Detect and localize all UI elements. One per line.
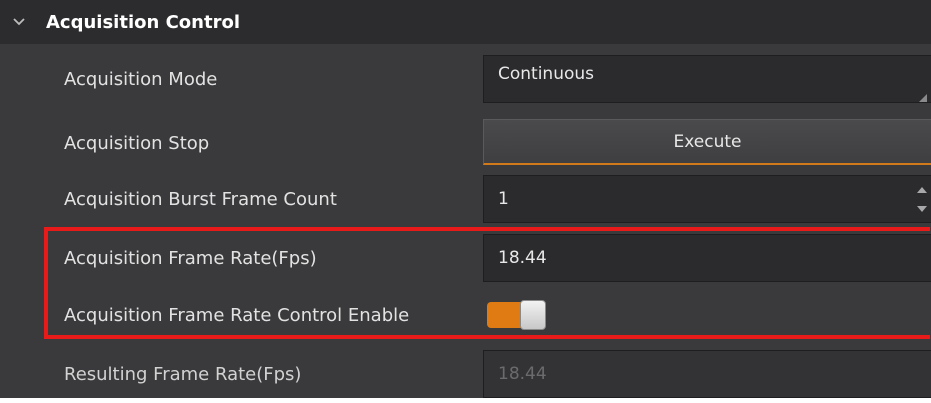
burst-frame-count-value: 1: [498, 189, 509, 209]
toggle-knob: [520, 300, 546, 330]
row-resulting-frame-rate: Resulting Frame Rate(Fps) 18.44: [0, 345, 931, 403]
resulting-frame-rate-value: 18.44: [498, 364, 547, 384]
frame-rate-label: Acquisition Frame Rate(Fps): [64, 247, 317, 269]
resulting-frame-rate-label: Resulting Frame Rate(Fps): [64, 363, 302, 385]
burst-frame-count-stepper: [916, 182, 928, 216]
resulting-frame-rate-field: 18.44: [483, 350, 931, 398]
acquisition-stop-label: Acquisition Stop: [64, 132, 210, 154]
row-frame-rate-control-enable: Acquisition Frame Rate Control Enable: [0, 286, 931, 344]
spin-down-icon[interactable]: [916, 202, 928, 216]
acquisition-mode-select[interactable]: Continuous: [483, 55, 931, 103]
row-acquisition-frame-rate: Acquisition Frame Rate(Fps) 18.44: [0, 229, 931, 287]
spin-up-icon[interactable]: [916, 182, 928, 196]
acquisition-mode-value: Continuous: [498, 64, 595, 84]
chevron-down-icon[interactable]: [12, 15, 26, 29]
frame-rate-input[interactable]: 18.44: [483, 234, 931, 282]
row-acquisition-stop: Acquisition Stop Execute: [0, 114, 931, 172]
row-burst-frame-count: Acquisition Burst Frame Count 1: [0, 170, 931, 228]
dropdown-corner-icon: [917, 87, 927, 102]
section-header-acquisition-control[interactable]: Acquisition Control: [0, 0, 931, 44]
acquisition-mode-label: Acquisition Mode: [64, 68, 218, 90]
frame-rate-enable-toggle[interactable]: [487, 300, 547, 330]
frame-rate-value: 18.44: [498, 248, 547, 268]
execute-button[interactable]: Execute: [483, 119, 931, 165]
frame-rate-enable-label: Acquisition Frame Rate Control Enable: [64, 304, 410, 326]
property-panel: Acquisition Control Acquisition Mode Con…: [0, 0, 931, 398]
section-title: Acquisition Control: [46, 11, 240, 33]
burst-frame-count-label: Acquisition Burst Frame Count: [64, 188, 337, 210]
row-acquisition-mode: Acquisition Mode Continuous: [0, 50, 931, 108]
burst-frame-count-input[interactable]: 1: [483, 175, 931, 223]
